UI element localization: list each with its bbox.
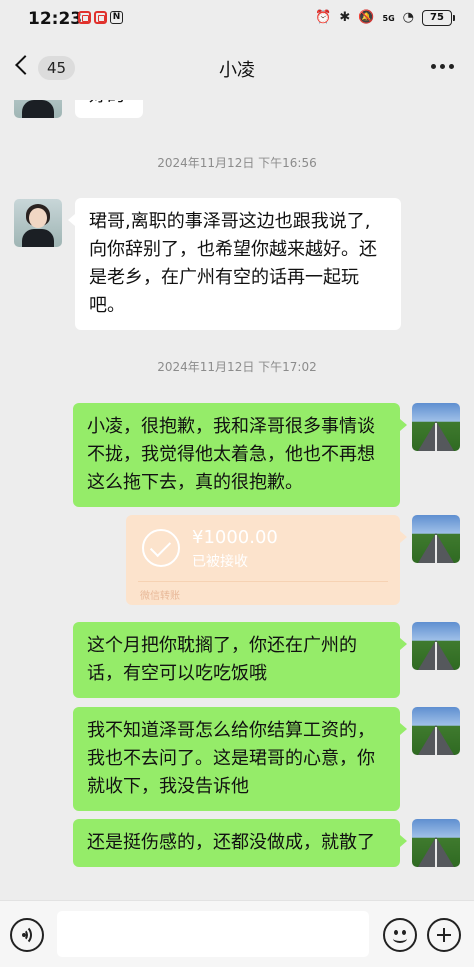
- status-time: 12:23: [28, 9, 83, 29]
- message-bubble-outgoing[interactable]: 还是挺伤感的，还都没做成，就散了: [73, 819, 407, 867]
- message-bubble-outgoing[interactable]: 我不知道泽哥怎么给你结算工资的，我也不去问了。这是珺哥的心意，你就收下，我没告诉…: [73, 707, 407, 811]
- contact-avatar[interactable]: [14, 100, 62, 118]
- alarm-icon: ⏰: [315, 10, 332, 25]
- message-timestamp: 2024年11月12日 下午17:02: [157, 360, 317, 374]
- message-timestamp: 2024年11月12日 下午16:56: [157, 156, 317, 170]
- my-avatar[interactable]: [412, 515, 460, 563]
- transfer-status: 已被接收: [192, 554, 248, 570]
- battery-icon: 75: [422, 10, 455, 26]
- transfer-amount: ¥1000.00: [192, 527, 278, 548]
- notification-icons: N: [78, 11, 123, 24]
- check-circle-icon: [142, 529, 180, 567]
- transfer-card[interactable]: ¥1000.00 已被接收 微信转账: [126, 515, 407, 605]
- transfer-divider: [138, 581, 388, 582]
- message-bubble-incoming[interactable]: 珺哥,离职的事泽哥这边也跟我说了,向你辞别了，也希望你越来越好。还是老乡，在广州…: [68, 198, 401, 330]
- my-avatar[interactable]: [412, 622, 460, 670]
- contact-avatar[interactable]: [14, 199, 62, 247]
- my-avatar[interactable]: [412, 403, 460, 451]
- message-bubble-outgoing[interactable]: 这个月把你耽搁了，你还在广州的话，有空可以吃吃饭哦: [73, 622, 407, 698]
- voice-icon[interactable]: [10, 918, 44, 952]
- message-bubble-outgoing[interactable]: 小凌，很抱歉，我和泽哥很多事情谈不拢，我觉得他太着急，他也不再想这么拖下去，真的…: [73, 403, 407, 507]
- input-bar: [0, 900, 474, 967]
- more-options-icon[interactable]: [431, 64, 454, 69]
- transfer-label: 微信转账: [140, 591, 180, 602]
- status-right: ⏰ ✱ 🔕 5G ◔ 75: [315, 10, 455, 26]
- message-input[interactable]: [57, 911, 369, 957]
- chat-messages[interactable]: 好的 2024年11月12日 下午16:56 珺哥,离职的事泽哥这边也跟我说了,…: [0, 100, 474, 900]
- mute-icon: 🔕: [358, 10, 375, 25]
- plus-icon[interactable]: [427, 918, 461, 952]
- wifi-icon: ◔: [402, 10, 414, 25]
- bluetooth-icon: ✱: [339, 10, 351, 25]
- chat-header: 45 小凌: [0, 36, 474, 100]
- status-bar: 12:23 N ⏰ ✱ 🔕 5G ◔ 75: [0, 0, 474, 36]
- notification-app-icon: [94, 11, 107, 24]
- notification-app-icon: [78, 11, 91, 24]
- my-avatar[interactable]: [412, 707, 460, 755]
- network-type: 5G: [382, 13, 395, 23]
- my-avatar[interactable]: [412, 819, 460, 867]
- chat-title: 小凌: [219, 60, 255, 81]
- message-bubble-incoming[interactable]: 好的: [75, 100, 143, 118]
- nfc-icon: N: [110, 11, 123, 24]
- emoji-icon[interactable]: [383, 918, 417, 952]
